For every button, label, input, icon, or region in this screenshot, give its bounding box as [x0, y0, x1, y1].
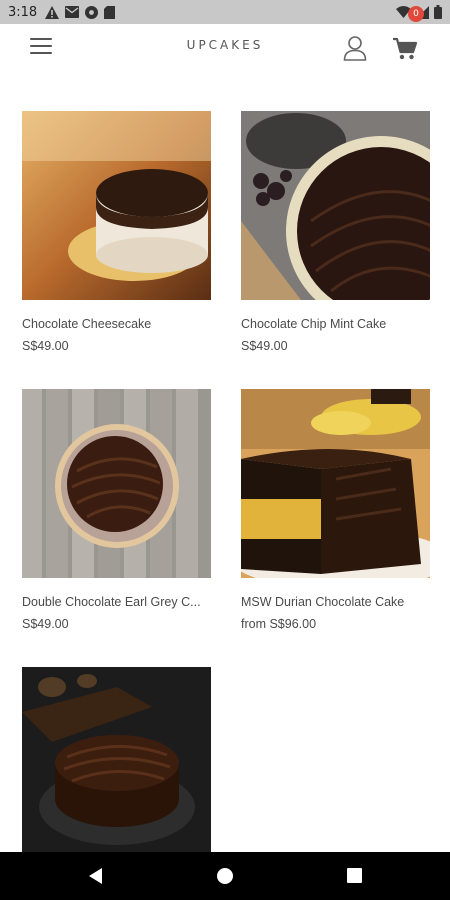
cart-count-badge: 0	[408, 6, 424, 22]
alert-icon	[45, 5, 60, 19]
product-price: S$49.00	[241, 339, 288, 353]
account-icon[interactable]	[343, 35, 367, 61]
home-icon[interactable]	[213, 864, 237, 888]
status-time: 3:18	[8, 4, 38, 20]
product-card[interactable]: Chocolate Cheesecake S$49.00	[22, 111, 211, 353]
product-image[interactable]	[22, 667, 211, 856]
product-image[interactable]	[22, 389, 211, 578]
product-card[interactable]: MSW Durian Chocolate Cake from S$96.00	[241, 389, 430, 631]
product-image[interactable]	[22, 111, 211, 300]
product-name[interactable]: Double Chocolate Earl Grey C...	[22, 595, 211, 609]
status-bar: 3:18	[0, 0, 450, 24]
app-header: UPCAKES	[0, 24, 450, 72]
chrome-icon	[85, 5, 99, 19]
back-icon[interactable]	[84, 864, 108, 888]
product-image[interactable]	[241, 111, 430, 300]
system-nav-bar	[0, 852, 450, 900]
sd-card-icon	[104, 5, 116, 19]
recents-icon[interactable]	[343, 864, 367, 888]
product-card[interactable]: Chocolate Chip Mint Cake S$49.00	[241, 111, 430, 353]
cart-icon[interactable]	[392, 35, 418, 61]
mail-icon	[65, 6, 80, 18]
product-card[interactable]: Double Chocolate Earl Grey C... S$49.00	[22, 389, 211, 631]
product-name[interactable]: MSW Durian Chocolate Cake	[241, 595, 430, 609]
product-name[interactable]: Chocolate Cheesecake	[22, 317, 211, 331]
product-card[interactable]	[22, 667, 211, 856]
product-image[interactable]	[241, 389, 430, 578]
product-price: S$49.00	[22, 617, 69, 631]
product-price: S$49.00	[22, 339, 69, 353]
product-price: from S$96.00	[241, 617, 317, 631]
brand-logo[interactable]: UPCAKES	[0, 38, 450, 52]
product-name[interactable]: Chocolate Chip Mint Cake	[241, 317, 430, 331]
battery-icon	[434, 5, 442, 19]
